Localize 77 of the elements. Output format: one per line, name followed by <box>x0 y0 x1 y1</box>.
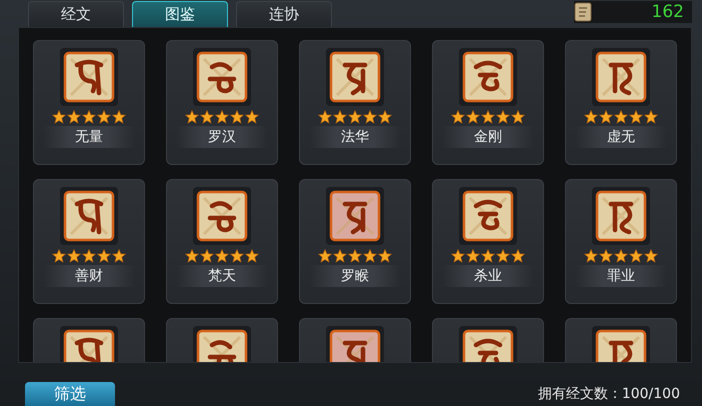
star-icon <box>112 110 126 124</box>
star-icon <box>230 249 244 263</box>
emblem-icon <box>196 190 248 242</box>
star-icon <box>599 110 613 124</box>
star-icon <box>599 249 613 263</box>
star-icon <box>644 249 658 263</box>
star-icon <box>451 249 465 263</box>
collection-card[interactable]: 罗汉 <box>166 40 278 165</box>
star-icon <box>466 249 480 263</box>
emblem-icon <box>462 51 514 103</box>
tab[interactable]: 连协 <box>236 1 332 27</box>
star-icon <box>97 110 111 124</box>
star-icon <box>644 110 658 124</box>
filter-button[interactable]: 筛选 <box>25 382 115 406</box>
star-icon <box>82 249 96 263</box>
star-icon <box>496 249 510 263</box>
collection-card[interactable]: 善财 <box>33 179 145 304</box>
star-icon <box>614 249 628 263</box>
star-icon <box>333 110 347 124</box>
currency-amount: 162 <box>652 2 684 22</box>
star-icon <box>333 249 347 263</box>
star-icon <box>245 249 259 263</box>
star-icon <box>318 249 332 263</box>
star-icon <box>348 110 362 124</box>
star-icon <box>584 110 598 124</box>
emblem-icon <box>196 51 248 103</box>
star-icon <box>318 110 332 124</box>
star-icon <box>348 249 362 263</box>
collection-card[interactable]: 梵天 <box>166 179 278 304</box>
star-icon <box>614 110 628 124</box>
emblem-icon <box>462 190 514 242</box>
star-icon <box>185 249 199 263</box>
star-icon <box>496 110 510 124</box>
collection-card[interactable]: 法华 <box>299 40 411 165</box>
star-icon <box>511 110 525 124</box>
star-icon <box>67 249 81 263</box>
owned-count: 拥有经文数：100/100 <box>538 385 680 403</box>
collection-card[interactable]: 罗睺 <box>299 179 411 304</box>
collection-card[interactable]: 虚无 <box>565 40 677 165</box>
star-icon <box>200 249 214 263</box>
star-icon <box>67 110 81 124</box>
emblem-icon <box>329 190 381 242</box>
star-icon <box>363 110 377 124</box>
star-icon <box>112 249 126 263</box>
emblem-icon <box>595 190 647 242</box>
star-icon <box>481 110 495 124</box>
tab[interactable]: 图鉴 <box>132 1 228 27</box>
star-icon <box>629 110 643 124</box>
star-icon <box>363 249 377 263</box>
star-icon <box>466 110 480 124</box>
emblem-icon <box>595 51 647 103</box>
collection-card[interactable]: 无量 <box>33 40 145 165</box>
emblem-icon <box>329 51 381 103</box>
star-icon <box>584 249 598 263</box>
star-icon <box>511 249 525 263</box>
star-icon <box>451 110 465 124</box>
emblem-icon <box>63 190 115 242</box>
star-icon <box>215 249 229 263</box>
star-icon <box>215 110 229 124</box>
star-icon <box>52 249 66 263</box>
tab[interactable]: 经文 <box>28 1 124 27</box>
star-icon <box>97 249 111 263</box>
star-icon <box>481 249 495 263</box>
star-icon <box>52 110 66 124</box>
star-icon <box>245 110 259 124</box>
scroll-icon <box>574 2 592 22</box>
star-icon <box>378 249 392 263</box>
star-icon <box>378 110 392 124</box>
star-icon <box>629 249 643 263</box>
star-icon <box>230 110 244 124</box>
collection-card[interactable]: 金刚 <box>432 40 544 165</box>
emblem-icon <box>63 51 115 103</box>
star-icon <box>185 110 199 124</box>
star-icon <box>82 110 96 124</box>
star-icon <box>200 110 214 124</box>
collection-card[interactable]: 杀业 <box>432 179 544 304</box>
collection-card[interactable]: 罪业 <box>565 179 677 304</box>
